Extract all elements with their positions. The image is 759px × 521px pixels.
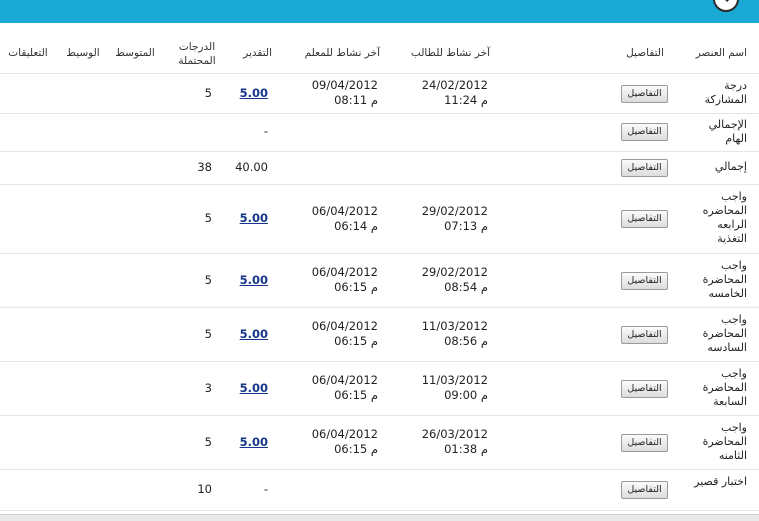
student-time: 08:54 م (444, 280, 488, 294)
teacher-time: 06:14 م (334, 219, 378, 233)
teacher-date: 06/04/2012 (311, 319, 378, 333)
student-time: 08:56 م (444, 334, 488, 348)
possible-value: 5 (204, 435, 212, 449)
teacher-date: 09/04/2012 (311, 78, 378, 92)
details-button[interactable]: التفاصيل (621, 159, 668, 177)
table-row: إجمالي التفاصيل 40.00 38 (0, 152, 759, 185)
teacher-date: 06/04/2012 (311, 204, 378, 218)
possible-value: 5 (204, 211, 212, 225)
teacher-time: 06:15 م (334, 388, 378, 402)
teacher-time: 06:15 م (334, 442, 378, 456)
teacher-time: 06:15 م (334, 334, 378, 348)
possible-value: 5 (204, 86, 212, 100)
row-name: واجب المحاضرة السادسه (702, 313, 747, 354)
details-button[interactable]: التفاصيل (621, 210, 668, 228)
details-button[interactable]: التفاصيل (621, 272, 668, 290)
row-name: درجة المشاركة (704, 79, 747, 106)
row-name: اختبار قصير (694, 475, 747, 488)
grade-value[interactable]: 5.00 (240, 435, 268, 449)
header-name: اسم العنصر (695, 47, 747, 59)
table-row: واجب المحاضرة الثامنه التفاصيل 26/03/201… (0, 416, 759, 470)
table-row: واجب المحاضرة السادسه التفاصيل 11/03/201… (0, 308, 759, 362)
grade-value[interactable]: 5.00 (240, 86, 268, 100)
row-name: واجب المحاضره الرابعه التغذية (702, 190, 747, 245)
header-last-student: آخر نشاط للطالب (410, 47, 490, 59)
details-button[interactable]: التفاصيل (621, 481, 668, 499)
table-row: واجب المحاضره الرابعه التغذية التفاصيل 2… (0, 185, 759, 254)
student-date: 26/03/2012 (421, 427, 488, 441)
table-row: اختبار قصير التفاصيل - 10 (0, 470, 759, 511)
teacher-time: 06:15 م (334, 280, 378, 294)
header-possible: الدرجات المحتملة (178, 41, 216, 67)
top-bar (0, 0, 759, 23)
header-last-teacher: آخر نشاط للمعلم (304, 47, 380, 59)
student-time: 07:13 م (444, 219, 488, 233)
row-name: الإجمالي الهام (708, 118, 747, 145)
grade-link[interactable]: 5.00 (208, 211, 268, 226)
header-comments: التعليقات (8, 47, 48, 59)
student-time: 11:24 م (444, 93, 488, 107)
grade-value[interactable]: 5.00 (240, 273, 268, 287)
possible-value: 5 (204, 327, 212, 341)
table-row: الإجمالي الهام التفاصيل - (0, 113, 759, 152)
details-button[interactable]: التفاصيل (621, 85, 668, 103)
grade-link[interactable]: 5.00 (208, 327, 268, 342)
student-time: 09:00 م (444, 388, 488, 402)
grade-value: 40.00 (235, 160, 268, 174)
grade-link[interactable]: 5.00 (208, 86, 268, 101)
teacher-date: 06/04/2012 (311, 265, 378, 279)
header-grade: التقدير (243, 47, 272, 59)
row-name: واجب المحاضرة الخامسه (702, 259, 747, 300)
row-name: واجب المحاضرة الثامنه (702, 421, 747, 462)
possible-value: 3 (204, 381, 212, 395)
grade-value[interactable]: 5.00 (240, 327, 268, 341)
possible-value: 10 (197, 482, 212, 496)
details-button[interactable]: التفاصيل (621, 123, 668, 141)
grade-value: - (263, 124, 268, 138)
grade-link[interactable]: 5.00 (208, 435, 268, 450)
details-button[interactable]: التفاصيل (621, 326, 668, 344)
teacher-date: 06/04/2012 (311, 373, 378, 387)
grade-value[interactable]: 5.00 (240, 211, 268, 225)
grade-link[interactable]: 5.00 (208, 381, 268, 396)
table-header: اسم العنصر التفاصيل آخر نشاط للطالب آخر … (0, 40, 759, 72)
details-button[interactable]: التفاصيل (621, 434, 668, 452)
row-name: إجمالي (714, 160, 747, 173)
grade-value[interactable]: 5.00 (240, 381, 268, 395)
teacher-time: 08:11 م (334, 93, 378, 107)
student-time: 01:38 م (444, 442, 488, 456)
grade-link[interactable]: 5.00 (208, 273, 268, 288)
student-date: 29/02/2012 (421, 265, 488, 279)
student-date: 11/03/2012 (421, 373, 488, 387)
details-button[interactable]: التفاصيل (621, 380, 668, 398)
check-circle-icon[interactable] (713, 0, 739, 12)
student-date: 29/02/2012 (421, 204, 488, 218)
header-details: التفاصيل (626, 47, 664, 59)
possible-value: 5 (204, 273, 212, 287)
table-row: واجب المحاضرة الخامسه التفاصيل 29/02/201… (0, 254, 759, 308)
possible-value: 38 (197, 160, 212, 174)
header-median: الوسيط (66, 47, 100, 59)
table-row: درجة المشاركة التفاصيل 24/02/2012 11:24 … (0, 73, 759, 114)
header-average: المتوسط (115, 47, 155, 59)
grade-value: - (263, 482, 268, 496)
teacher-date: 06/04/2012 (311, 427, 378, 441)
table-row: واجب المحاضرة السابعة التفاصيل 11/03/201… (0, 362, 759, 416)
student-date: 11/03/2012 (421, 319, 488, 333)
student-date: 24/02/2012 (421, 78, 488, 92)
row-name: واجب المحاضرة السابعة (702, 367, 747, 408)
